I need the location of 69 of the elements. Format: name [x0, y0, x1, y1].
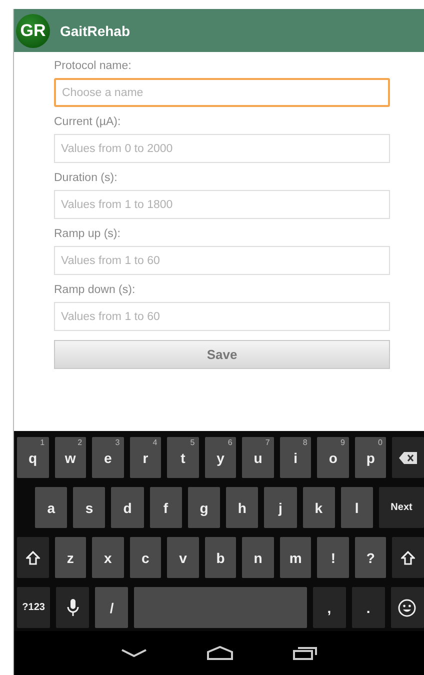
backspace-key[interactable] — [392, 437, 424, 478]
microphone-key[interactable] — [56, 587, 90, 628]
key[interactable]: c — [130, 537, 162, 578]
key-hint: 9 — [340, 438, 345, 447]
key[interactable]: j — [264, 487, 297, 528]
smiley-icon — [398, 598, 416, 616]
key-hint: 1 — [40, 438, 45, 447]
key[interactable]: u 7 — [242, 437, 274, 478]
key-hint: 8 — [302, 438, 308, 447]
back-icon[interactable] — [121, 648, 147, 658]
key[interactable]: r 4 — [130, 437, 162, 478]
key[interactable]: e 3 — [92, 437, 124, 478]
key[interactable]: f — [150, 487, 182, 528]
key-hint: 0 — [378, 438, 382, 447]
key-hint: 7 — [265, 438, 270, 447]
backspace-icon — [399, 452, 418, 464]
field-label: Current (µA): — [54, 116, 122, 128]
emoji-key[interactable] — [390, 587, 424, 628]
key[interactable]: l — [340, 487, 373, 528]
save-button[interactable]: Save — [54, 340, 390, 369]
key-hint: 3 — [115, 438, 120, 447]
recents-icon[interactable] — [293, 646, 317, 660]
key[interactable]: x — [92, 537, 124, 578]
field-label: Duration (s): — [54, 172, 118, 184]
shift-icon — [401, 550, 416, 564]
key-hint: 6 — [228, 438, 232, 447]
field-label: Protocol name: — [54, 60, 132, 72]
key[interactable]: v — [167, 537, 199, 578]
key[interactable]: i 8 — [280, 437, 312, 478]
input-field[interactable]: Values from 1 to 1800 — [54, 190, 390, 219]
key-hint: 4 — [152, 438, 158, 447]
input-field[interactable]: Values from 1 to 60 — [54, 246, 390, 275]
key[interactable]: d — [111, 487, 144, 528]
key[interactable]: g — [188, 487, 220, 528]
key[interactable]: , — [312, 587, 346, 628]
app-title: GaitRehab — [60, 22, 130, 38]
key[interactable]: n — [242, 537, 274, 578]
app-logo: GR — [16, 14, 50, 48]
key[interactable]: ? — [354, 537, 386, 578]
key[interactable]: b — [204, 537, 236, 578]
input-field[interactable]: Choose a name — [54, 78, 390, 107]
key[interactable]: t 5 — [167, 437, 199, 478]
key-hint: 2 — [78, 438, 82, 447]
shift-key[interactable] — [392, 537, 424, 578]
key[interactable]: y 6 — [204, 437, 236, 478]
key[interactable]: w 2 — [54, 437, 86, 478]
key[interactable]: p 0 — [354, 437, 386, 478]
key[interactable]: ?123 — [17, 587, 50, 628]
key[interactable]: s — [73, 487, 106, 528]
key-hint: 5 — [190, 438, 195, 447]
key[interactable]: k — [302, 487, 335, 528]
key[interactable]: ! — [317, 537, 349, 578]
key[interactable]: a — [35, 487, 68, 528]
key[interactable]: h — [226, 487, 258, 528]
key[interactable]: z — [54, 537, 86, 578]
key[interactable]: / — [95, 587, 128, 628]
shift-key[interactable] — [17, 537, 49, 578]
field-label: Ramp up (s): — [54, 228, 122, 240]
input-field[interactable]: Values from 1 to 60 — [54, 302, 390, 331]
field-label: Ramp down (s): — [54, 284, 136, 296]
key[interactable]: o 9 — [317, 437, 349, 478]
key[interactable]: . — [352, 587, 385, 628]
key[interactable]: m — [280, 537, 312, 578]
shift-icon — [26, 550, 40, 564]
microphone-icon — [66, 598, 79, 616]
input-field[interactable]: Values from 0 to 2000 — [54, 134, 390, 163]
key[interactable]: Next — [378, 487, 424, 528]
key[interactable]: q 1 — [17, 437, 49, 478]
home-icon[interactable] — [207, 646, 233, 660]
